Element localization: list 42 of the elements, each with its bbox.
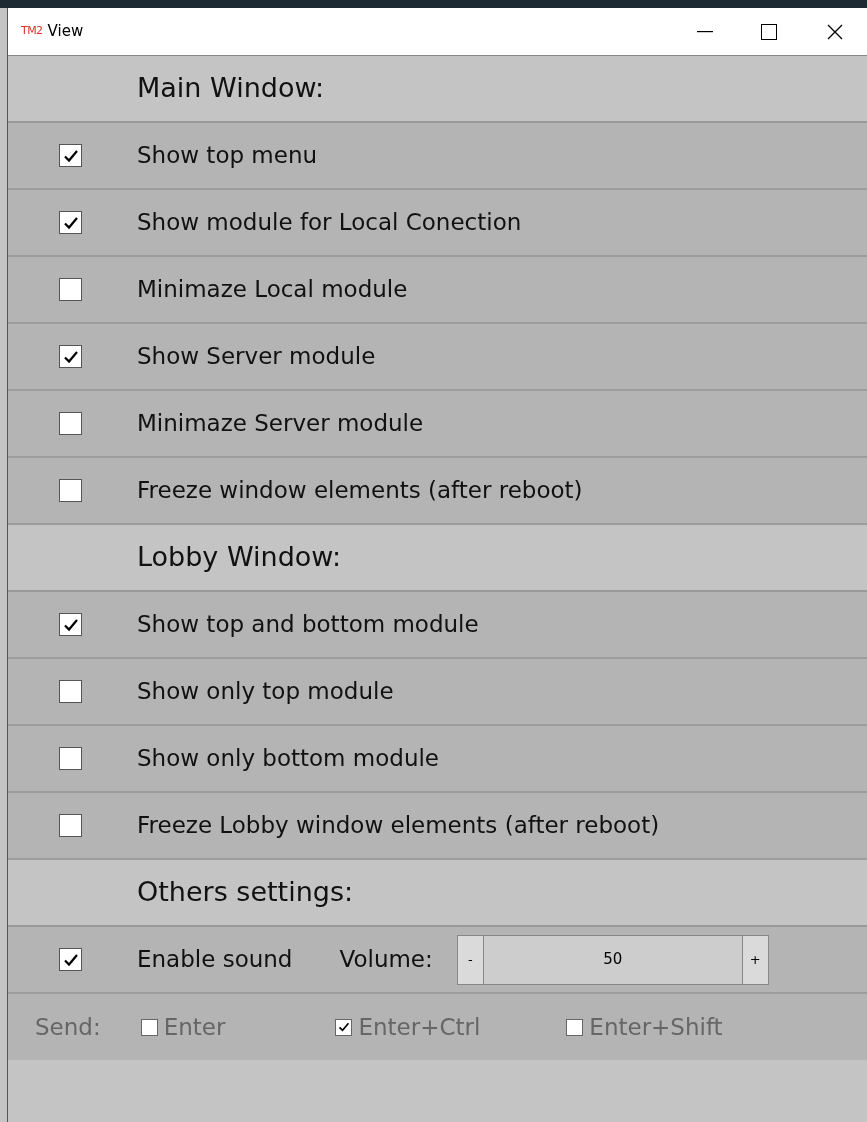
option-label: Show module for Local Conection [137,208,522,238]
option-label: Show only top module [137,677,394,707]
option-label: Minimaze Server module [137,409,424,439]
section-title: Others settings: [137,875,354,910]
option-label: Show top and bottom module [137,610,479,640]
volume-field[interactable]: 50 [483,934,742,985]
maximize-icon [761,23,777,40]
checkbox[interactable] [59,211,82,234]
option-label: Enable sound [137,945,293,975]
option-label: Minimaze Local module [137,275,408,305]
increment-button[interactable]: + [741,934,769,985]
checkbox[interactable] [59,814,82,837]
checkbox[interactable] [59,479,82,502]
checkbox[interactable] [140,1018,158,1036]
option-label: Enter+Ctrl [358,1012,481,1042]
option-label: Freeze window elements (after reboot) [137,476,583,506]
checkbox[interactable] [59,948,82,971]
send-label: Send: [35,1012,101,1042]
checkbox[interactable] [59,680,82,703]
checkbox[interactable] [59,144,82,167]
option-label: Enter+Shift [589,1012,723,1042]
close-icon [827,23,843,40]
checkbox[interactable] [59,747,82,770]
section-title: Main Window: [137,71,325,106]
option-label: Show only bottom module [137,744,440,774]
checkbox[interactable] [59,412,82,435]
volume-label: Volume: [339,945,433,975]
option-label: Show Server module [137,342,376,372]
option-label: Freeze Lobby window elements (after reboot) [137,811,660,841]
decrement-button[interactable]: - [456,934,484,985]
checkmark-icon [337,1021,350,1033]
checkbox[interactable] [59,613,82,636]
option-label: Show top menu [137,141,318,171]
minimize-icon [697,30,713,33]
checkbox[interactable] [59,278,82,301]
section-title: Lobby Window: [137,540,341,575]
window-title: View [47,21,84,43]
checkbox[interactable] [335,1018,353,1036]
option-label: Enter [163,1012,226,1042]
checkbox[interactable] [566,1018,584,1036]
checkbox[interactable] [59,345,82,368]
app-logo: TM2 [21,23,43,40]
